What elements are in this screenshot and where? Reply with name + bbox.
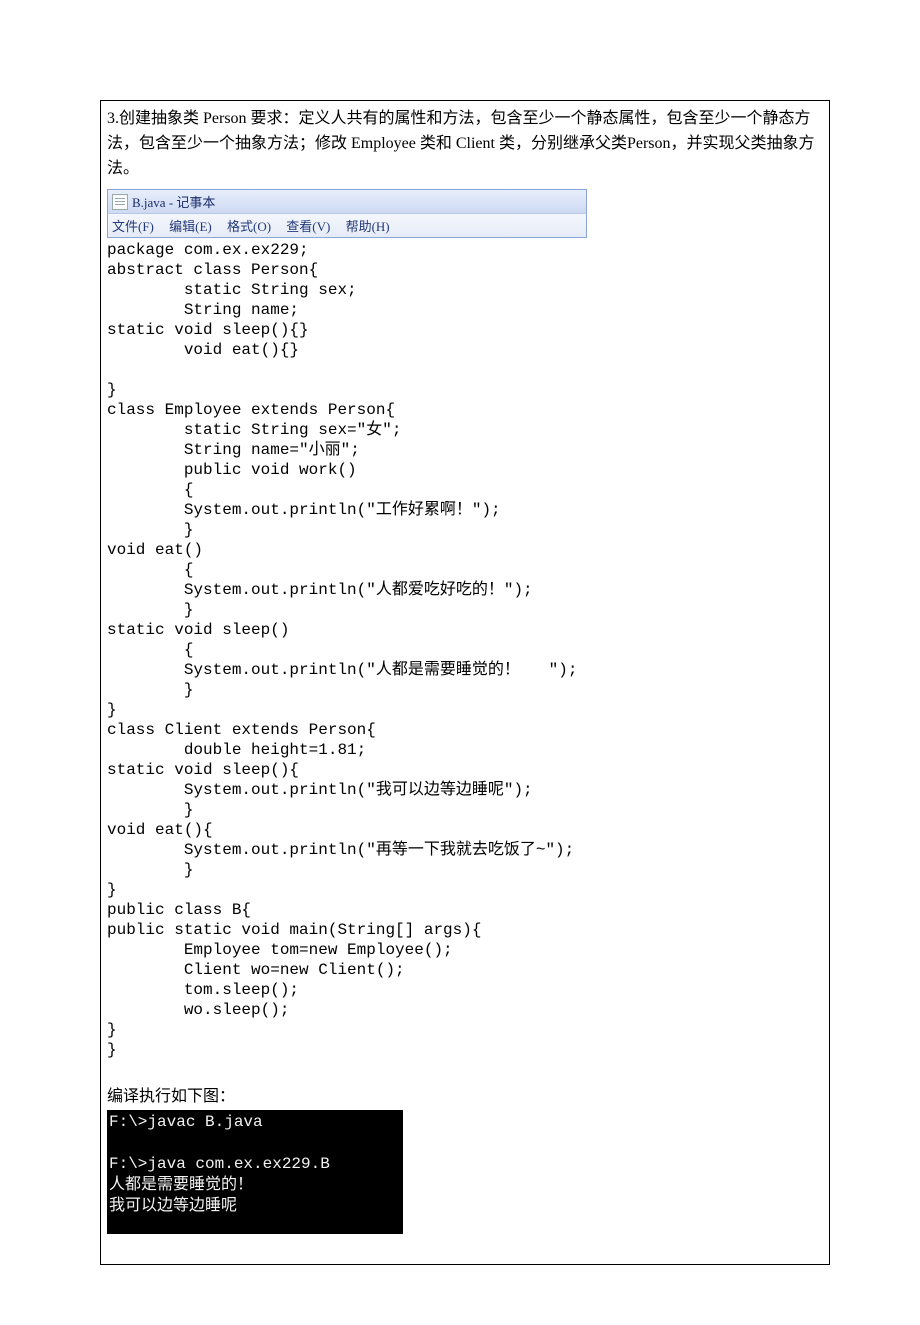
menu-help[interactable]: 帮助(H) (346, 219, 390, 234)
notepad-titlebar: B.java - 记事本 (107, 189, 587, 213)
menu-format[interactable]: 格式(O) (227, 219, 271, 234)
menu-view[interactable]: 查看(V) (286, 219, 330, 234)
notepad-window: B.java - 记事本 文件(F) 编辑(E) 格式(O) 查看(V) 帮助(… (107, 189, 587, 238)
menu-file[interactable]: 文件(F) (112, 219, 154, 234)
compile-caption: 编译执行如下图： (107, 1082, 823, 1106)
notepad-menubar: 文件(F) 编辑(E) 格式(O) 查看(V) 帮助(H) (107, 213, 587, 238)
notepad-title-text: B.java - 记事本 (132, 192, 215, 211)
page: 3.创建抽象类 Person 要求：定义人共有的属性和方法，包含至少一个静态属性… (0, 0, 920, 1325)
source-code: package com.ex.ex229; abstract class Per… (107, 238, 823, 1064)
menu-edit[interactable]: 编辑(E) (169, 219, 212, 234)
question-text: 3.创建抽象类 Person 要求：定义人共有的属性和方法，包含至少一个静态属性… (107, 107, 823, 181)
content-box: 3.创建抽象类 Person 要求：定义人共有的属性和方法，包含至少一个静态属性… (100, 100, 830, 1265)
document-icon (112, 194, 128, 210)
terminal-output: F:\>javac B.java F:\>java com.ex.ex229.B… (107, 1110, 403, 1234)
